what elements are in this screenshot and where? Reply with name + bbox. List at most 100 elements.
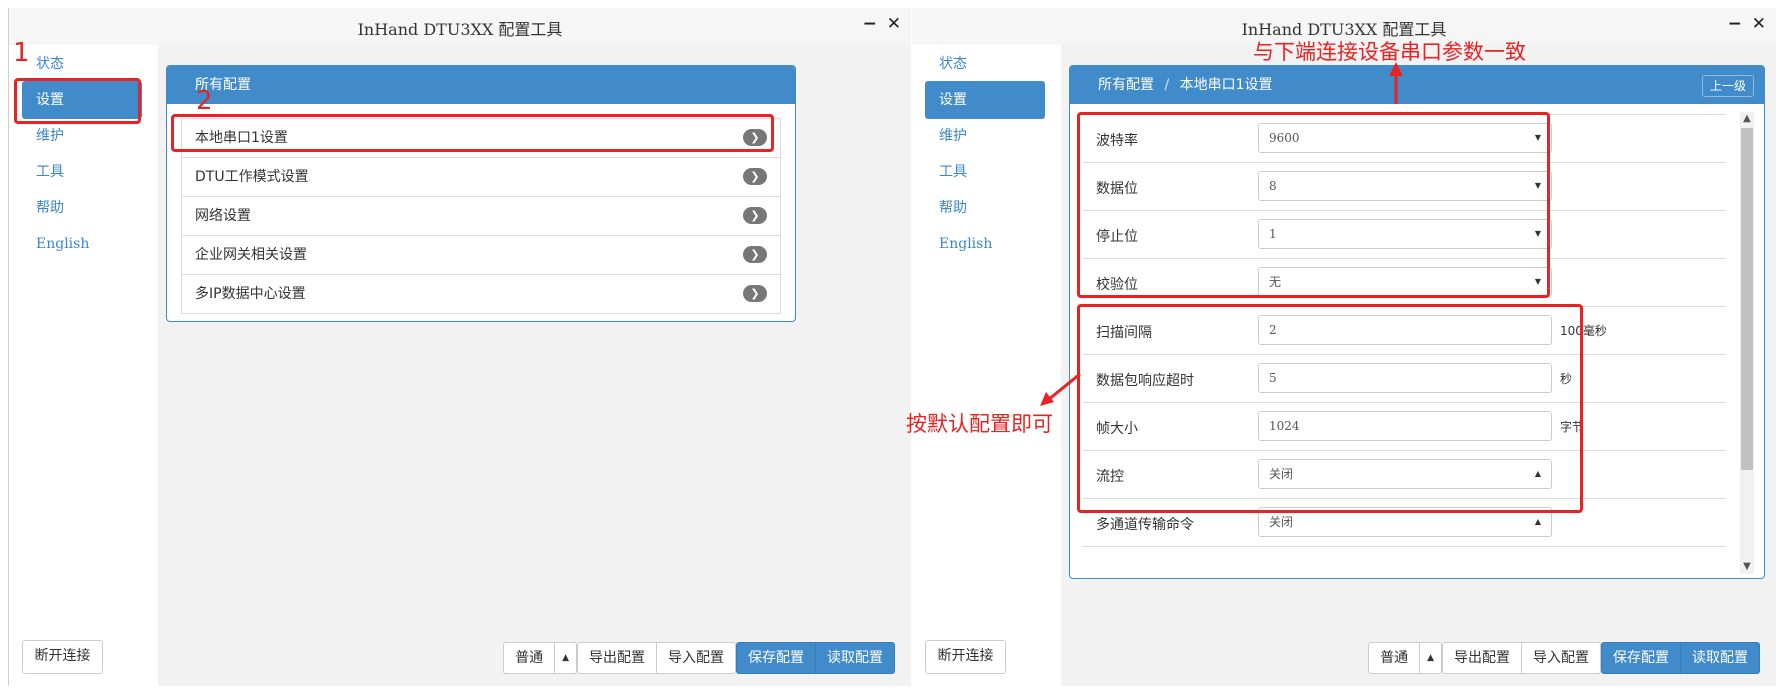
chevron-right-icon: ❯ (743, 285, 767, 302)
mode-select-button[interactable]: 普通 (1368, 642, 1421, 674)
caret-down-icon: ▼ (1534, 133, 1541, 142)
multichannel-select[interactable]: 关闭 ▲ (1258, 507, 1552, 537)
caret-down-icon: ▼ (1534, 277, 1541, 286)
main-content: 所有配置 / 本地串口1设置 上一级 波特率 9600▼ 数据位 8▼ 停止 (1061, 45, 1776, 686)
save-config-button[interactable]: 保存配置 (736, 642, 816, 674)
list-item-gateway[interactable]: 企业网关相关设置 ❯ (181, 236, 781, 275)
config-tool-window-left: InHand DTU3XX 配置工具 − ✕ 状态 设置 维护 工具 帮助 En… (8, 8, 911, 686)
sidebar-item-tools[interactable]: 工具 (925, 153, 1045, 191)
sidebar-item-settings[interactable]: 设置 (925, 81, 1045, 119)
breadcrumb: 所有配置 / 本地串口1设置 上一级 (1070, 66, 1764, 104)
form-row-frame-size: 帧大小 1024 字节 (1082, 403, 1726, 451)
list-item-label: 本地串口1设置 (195, 130, 288, 146)
baud-rate-select[interactable]: 9600 ▼ (1258, 123, 1552, 153)
list-item-serial1[interactable]: 本地串口1设置 ❯ (181, 118, 781, 158)
minimize-icon[interactable]: − (1728, 14, 1744, 34)
sidebar-item-english[interactable]: English (22, 225, 142, 263)
serial1-settings-panel: 所有配置 / 本地串口1设置 上一级 波特率 9600▼ 数据位 8▼ 停止 (1069, 65, 1765, 579)
field-unit: 100毫秒 (1560, 324, 1607, 338)
list-item-dtu-mode[interactable]: DTU工作模式设置 ❯ (181, 158, 781, 197)
field-label: 数据位 (1096, 181, 1138, 197)
sidebar-item-maintenance[interactable]: 维护 (22, 117, 142, 155)
settings-form-viewport: 波特率 9600 ▼ 数据位 8 ▼ 停止位 1 ▼ 校验位 无 ▼ 扫描间隔 … (1070, 104, 1764, 578)
sidebar-item-settings[interactable]: 设置 (22, 81, 142, 119)
up-level-button[interactable]: 上一级 (1701, 75, 1754, 97)
sidebar-item-maintenance[interactable]: 维护 (925, 117, 1045, 155)
read-config-button[interactable]: 读取配置 (815, 642, 895, 674)
response-timeout-input[interactable]: 5 (1258, 363, 1552, 393)
parity-select[interactable]: 无 ▼ (1258, 267, 1552, 297)
sidebar-item-help[interactable]: 帮助 (22, 189, 142, 227)
form-row-flow-control: 流控 关闭 ▲ (1082, 451, 1726, 499)
field-unit: 秒 (1560, 372, 1573, 386)
export-config-button[interactable]: 导出配置 (1442, 642, 1522, 674)
minimize-icon[interactable]: − (863, 14, 879, 34)
sidebar: 状态 设置 维护 工具 帮助 English 断开连接 (912, 45, 1061, 686)
window-controls: − ✕ (863, 14, 903, 34)
import-config-button[interactable]: 导入配置 (656, 642, 736, 674)
breadcrumb-root[interactable]: 所有配置 (1098, 77, 1154, 93)
form-row-parity: 校验位 无 ▼ (1082, 259, 1726, 307)
sidebar-item-english[interactable]: English (925, 225, 1045, 263)
chevron-right-icon: ❯ (743, 207, 767, 224)
window-controls: − ✕ (1728, 14, 1768, 34)
scrollbar-thumb[interactable] (1741, 128, 1753, 470)
chevron-right-icon: ❯ (743, 168, 767, 185)
import-config-button[interactable]: 导入配置 (1521, 642, 1601, 674)
mode-caret-icon[interactable]: ▲ (1419, 642, 1442, 674)
close-icon[interactable]: ✕ (887, 14, 903, 34)
list-item-label: 网络设置 (195, 208, 251, 224)
field-label: 波特率 (1096, 133, 1138, 149)
read-config-button[interactable]: 读取配置 (1680, 642, 1760, 674)
sidebar-item-help[interactable]: 帮助 (925, 189, 1045, 227)
list-item-network[interactable]: 网络设置 ❯ (181, 197, 781, 236)
field-label: 流控 (1096, 469, 1124, 485)
chevron-right-icon: ❯ (743, 246, 767, 263)
scroll-up-icon[interactable]: ▲ (1740, 112, 1754, 126)
export-config-button[interactable]: 导出配置 (577, 642, 657, 674)
flow-control-select[interactable]: 关闭 ▲ (1258, 459, 1552, 489)
mode-select-button[interactable]: 普通 (503, 642, 556, 674)
config-list: 本地串口1设置 ❯ DTU工作模式设置 ❯ 网络设置 ❯ 企业网关相关设置 ❯ … (181, 118, 781, 314)
panel-title: 所有配置 (167, 66, 795, 104)
mode-caret-icon[interactable]: ▲ (554, 642, 577, 674)
caret-down-icon: ▼ (1534, 229, 1541, 238)
field-label: 停止位 (1096, 229, 1138, 245)
field-label: 多通道传输命令 (1096, 517, 1194, 533)
form-row-scan-interval: 扫描间隔 2 100毫秒 (1082, 307, 1726, 355)
field-label: 扫描间隔 (1096, 325, 1152, 341)
sidebar-item-status[interactable]: 状态 (925, 45, 1045, 83)
scan-interval-input[interactable]: 2 (1258, 315, 1552, 345)
config-tool-window-right: InHand DTU3XX 配置工具 − ✕ 状态 设置 维护 工具 帮助 En… (906, 8, 1776, 686)
save-config-button[interactable]: 保存配置 (1601, 642, 1681, 674)
data-bits-select[interactable]: 8 ▼ (1258, 171, 1552, 201)
chevron-right-icon: ❯ (743, 129, 767, 146)
list-item-multi-ip[interactable]: 多IP数据中心设置 ❯ (181, 275, 781, 314)
sidebar: 状态 设置 维护 工具 帮助 English 断开连接 (9, 45, 158, 686)
form-row-baud-rate: 波特率 9600 ▼ (1082, 115, 1726, 163)
window-title: InHand DTU3XX 配置工具 (1241, 20, 1447, 39)
bottom-toolbar: 普通 ▲ 导出配置 导入配置 保存配置 读取配置 (503, 642, 895, 674)
form-row-multichannel: 多通道传输命令 关闭 ▲ (1082, 499, 1726, 547)
form-row-stop-bits: 停止位 1 ▼ (1082, 211, 1726, 259)
stop-bits-select[interactable]: 1 ▼ (1258, 219, 1552, 249)
field-unit: 字节 (1560, 420, 1585, 434)
title-bar: InHand DTU3XX 配置工具 − ✕ (9, 8, 911, 45)
breadcrumb-current: 本地串口1设置 (1179, 77, 1273, 93)
form-row-response-timeout: 数据包响应超时 5 秒 (1082, 355, 1726, 403)
list-item-label: 多IP数据中心设置 (195, 286, 306, 302)
disconnect-button[interactable]: 断开连接 (925, 640, 1006, 674)
title-bar: InHand DTU3XX 配置工具 − ✕ (912, 8, 1776, 45)
frame-size-input[interactable]: 1024 (1258, 411, 1552, 441)
form-row-data-bits: 数据位 8 ▼ (1082, 163, 1726, 211)
caret-down-icon: ▼ (1534, 181, 1541, 190)
caret-up-icon: ▲ (1534, 517, 1541, 526)
field-label: 校验位 (1096, 277, 1138, 293)
sidebar-item-tools[interactable]: 工具 (22, 153, 142, 191)
vertical-scrollbar[interactable]: ▲ ▼ (1740, 112, 1754, 574)
sidebar-item-status[interactable]: 状态 (22, 45, 142, 83)
disconnect-button[interactable]: 断开连接 (22, 640, 103, 674)
scroll-down-icon[interactable]: ▼ (1740, 560, 1754, 574)
close-icon[interactable]: ✕ (1752, 14, 1768, 34)
field-label: 数据包响应超时 (1096, 373, 1194, 389)
